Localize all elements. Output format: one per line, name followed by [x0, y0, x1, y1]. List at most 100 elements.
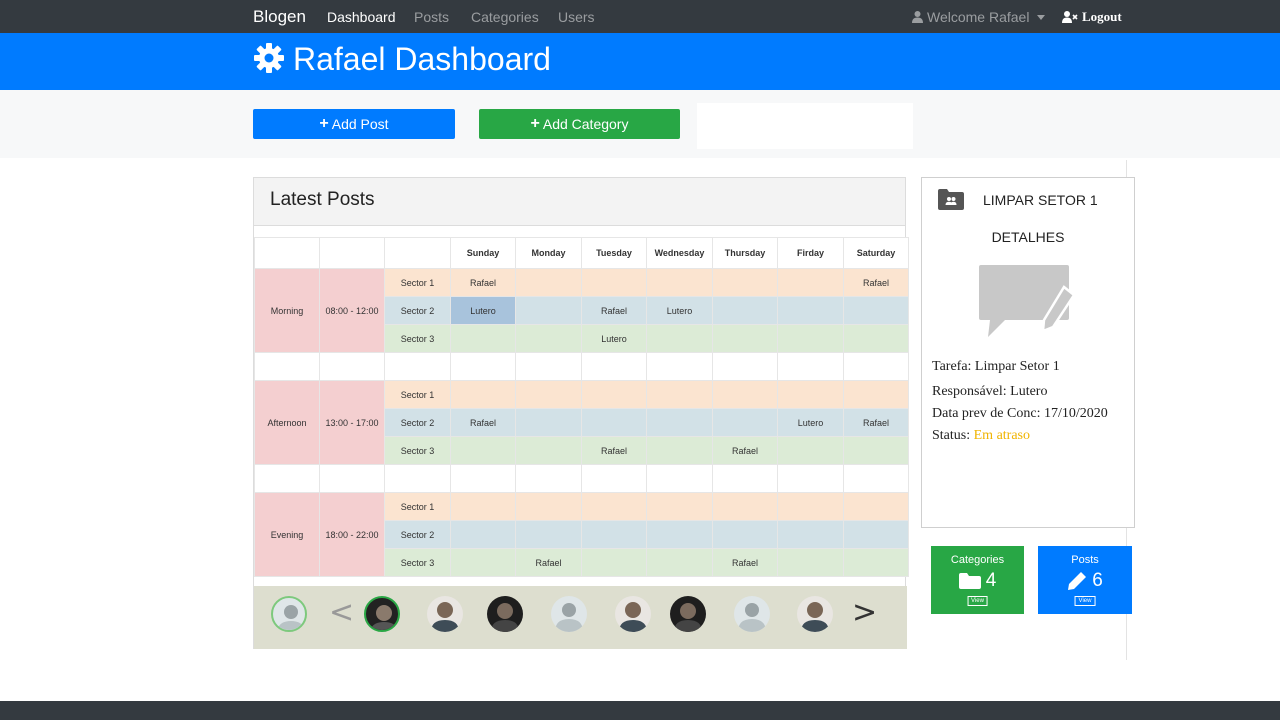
schedule-cell[interactable]	[515, 408, 582, 437]
task-status-label: Status:	[932, 428, 974, 443]
schedule-cell[interactable]	[843, 380, 909, 409]
schedule-cell[interactable]	[646, 492, 713, 521]
schedule-cell[interactable]: Rafael	[581, 296, 647, 325]
schedule-cell[interactable]: Rafael	[581, 436, 647, 465]
blank-panel	[697, 103, 913, 149]
schedule-cell[interactable]	[450, 324, 516, 353]
schedule-cell[interactable]	[843, 520, 909, 549]
avatar[interactable]	[271, 596, 307, 632]
schedule-cell[interactable]	[581, 408, 647, 437]
navbar: Blogen Dashboard Posts Categories Users …	[0, 0, 1280, 33]
schedule-cell[interactable]	[712, 324, 778, 353]
shift-time: 13:00 - 17:00	[319, 380, 385, 465]
nav-dashboard[interactable]: Dashboard	[327, 9, 396, 25]
schedule-cell[interactable]	[777, 324, 844, 353]
schedule-cell[interactable]	[843, 296, 909, 325]
schedule-cell[interactable]	[581, 520, 647, 549]
schedule-cell[interactable]	[515, 492, 582, 521]
nav-posts[interactable]: Posts	[414, 9, 449, 25]
avatar[interactable]	[551, 596, 587, 632]
schedule-cell[interactable]	[515, 268, 582, 297]
schedule-cell[interactable]	[843, 492, 909, 521]
carousel-prev-button[interactable]: <	[329, 595, 354, 630]
schedule-cell[interactable]: Rafael	[843, 408, 909, 437]
categories-stat-card[interactable]: Categories 4 View	[931, 546, 1024, 614]
nav-categories[interactable]: Categories	[471, 9, 539, 25]
logout-link[interactable]: Logout	[1062, 9, 1122, 25]
schedule-cell[interactable]	[712, 380, 778, 409]
schedule-cell[interactable]	[646, 548, 713, 577]
avatar[interactable]	[427, 596, 463, 632]
schedule-cell[interactable]	[777, 520, 844, 549]
schedule-cell[interactable]	[777, 436, 844, 465]
schedule-cell[interactable]: Rafael	[515, 548, 582, 577]
posts-stat-card[interactable]: Posts 6 View	[1038, 546, 1132, 614]
schedule-cell[interactable]	[581, 548, 647, 577]
schedule-cell[interactable]: Rafael	[712, 436, 778, 465]
categories-view-button[interactable]: View	[967, 596, 988, 606]
schedule-cell[interactable]	[712, 408, 778, 437]
avatar[interactable]	[487, 596, 523, 632]
shift-name: Morning	[254, 268, 320, 353]
posts-view-button[interactable]: View	[1074, 596, 1096, 606]
avatar[interactable]	[615, 596, 651, 632]
schedule-cell[interactable]	[581, 492, 647, 521]
add-category-button[interactable]: + Add Category	[479, 109, 680, 139]
schedule-header-row: Sunday Monday Tuesday Wednesday Thursday…	[254, 237, 909, 269]
avatar[interactable]	[797, 596, 833, 632]
schedule-cell-selected[interactable]: Lutero	[450, 296, 516, 325]
schedule-cell[interactable]	[843, 548, 909, 577]
task-details-heading: DETALHES	[991, 229, 1065, 245]
schedule-cell[interactable]	[843, 436, 909, 465]
schedule-cell[interactable]	[712, 296, 778, 325]
schedule-cell[interactable]	[712, 492, 778, 521]
avatar[interactable]	[364, 596, 400, 632]
schedule-cell[interactable]	[646, 436, 713, 465]
schedule-cell[interactable]: Lutero	[777, 408, 844, 437]
schedule-cell[interactable]	[515, 324, 582, 353]
schedule-cell[interactable]: Lutero	[581, 324, 647, 353]
schedule-cell[interactable]: Rafael	[450, 268, 516, 297]
schedule-cell[interactable]: Lutero	[646, 296, 713, 325]
brand[interactable]: Blogen	[253, 7, 306, 27]
schedule-cell[interactable]	[646, 380, 713, 409]
schedule-cell[interactable]	[712, 268, 778, 297]
schedule-cell[interactable]	[450, 380, 516, 409]
schedule-cell[interactable]	[515, 520, 582, 549]
add-post-button[interactable]: + Add Post	[253, 109, 455, 139]
schedule-cell[interactable]	[450, 492, 516, 521]
schedule-cell[interactable]	[843, 324, 909, 353]
schedule-cell[interactable]: Rafael	[450, 408, 516, 437]
schedule-cell[interactable]	[581, 380, 647, 409]
carousel-next-button[interactable]: >	[852, 595, 877, 630]
schedule-cell[interactable]	[646, 520, 713, 549]
nav-users[interactable]: Users	[558, 9, 595, 25]
schedule-cell[interactable]	[646, 268, 713, 297]
schedule-cell[interactable]	[450, 548, 516, 577]
logout-label: Logout	[1082, 9, 1122, 24]
schedule-cell[interactable]	[450, 436, 516, 465]
schedule-cell[interactable]: Rafael	[843, 268, 909, 297]
sector-label: Sector 3	[384, 548, 451, 577]
schedule-cell[interactable]	[646, 408, 713, 437]
schedule-cell[interactable]	[581, 268, 647, 297]
schedule-cell[interactable]	[777, 296, 844, 325]
schedule-cell[interactable]	[777, 548, 844, 577]
schedule-cell[interactable]	[515, 436, 582, 465]
schedule-cell[interactable]	[515, 380, 582, 409]
avatar[interactable]	[670, 596, 706, 632]
task-data: Data prev de Conc: 17/10/2020	[932, 406, 1108, 421]
schedule-cell[interactable]	[515, 296, 582, 325]
shift-name: Afternoon	[254, 380, 320, 465]
schedule-cell[interactable]	[777, 492, 844, 521]
schedule-cell[interactable]	[777, 380, 844, 409]
page-header: Rafael Dashboard	[0, 33, 1280, 90]
schedule-cell[interactable]: Rafael	[712, 548, 778, 577]
schedule-cell[interactable]	[450, 520, 516, 549]
welcome-dropdown[interactable]: Welcome Rafael	[912, 9, 1046, 25]
posts-stat-label: Posts	[1071, 554, 1099, 566]
schedule-cell[interactable]	[777, 268, 844, 297]
schedule-cell[interactable]	[712, 520, 778, 549]
schedule-cell[interactable]	[646, 324, 713, 353]
avatar[interactable]	[734, 596, 770, 632]
